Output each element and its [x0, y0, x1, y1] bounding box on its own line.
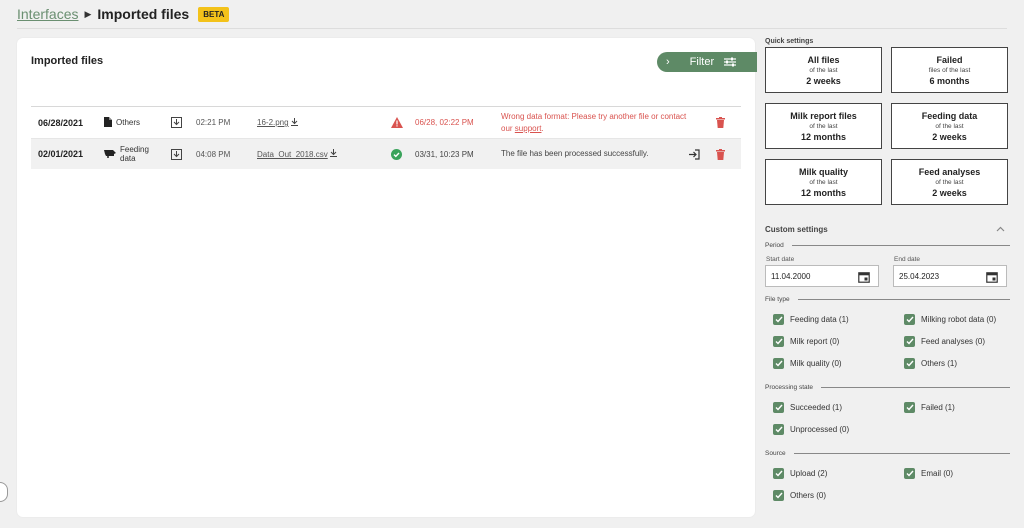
upload-time: 02:21 PM: [196, 118, 231, 127]
checkbox-others-source[interactable]: Others (0): [773, 490, 826, 501]
checkbox-checked-icon[interactable]: [904, 314, 915, 325]
quick-setting-all-files[interactable]: All files of the last 2 weeks: [765, 47, 882, 93]
download-icon[interactable]: [171, 148, 182, 160]
checkbox-checked-icon[interactable]: [773, 424, 784, 435]
checkbox-checked-icon[interactable]: [773, 402, 784, 413]
file-name: 16-2.png: [257, 118, 289, 127]
file-type-label-line1: Feeding: [120, 144, 149, 154]
page-title: Imported files: [97, 6, 190, 22]
delete-icon[interactable]: [716, 148, 725, 160]
upload-date: 06/28/2021: [38, 117, 84, 128]
filter-label: Filter: [689, 56, 715, 68]
arrow-down-icon: [290, 117, 298, 128]
processed-date: 06/28, 02:22 PM: [415, 118, 474, 127]
file-type-label: Others: [116, 117, 141, 127]
beta-badge: BETA: [198, 6, 230, 22]
checkbox-feeding-data[interactable]: Feeding data (1): [773, 314, 849, 325]
quick-setting-feed-analyses[interactable]: Feed analyses of the last 2 weeks: [891, 159, 1008, 205]
checkbox-checked-icon[interactable]: [773, 336, 784, 347]
start-date-field[interactable]: Start date 11.04.2000: [765, 256, 879, 288]
checkbox-checked-icon[interactable]: [904, 358, 915, 369]
custom-settings-header[interactable]: Custom settings: [765, 225, 1005, 234]
start-date-label: Start date: [766, 256, 795, 263]
arrow-down-icon: [329, 149, 337, 159]
source-section: Source: [765, 450, 1010, 457]
feeding-wagon-icon: [104, 149, 116, 160]
table-row: 06/28/2021 Others 02:21 PM 16-2.png 06/2…: [31, 107, 741, 139]
panel-title: Imported files: [31, 55, 104, 67]
warning-icon: [391, 117, 403, 128]
status-message-end: .: [541, 123, 544, 133]
checkbox-checked-icon[interactable]: [904, 468, 915, 479]
checkbox-milk-quality[interactable]: Milk quality (0): [773, 358, 842, 369]
checkbox-failed[interactable]: Failed (1): [904, 402, 955, 413]
start-date-value: 11.04.2000: [771, 272, 811, 281]
side-toggle-handle[interactable]: [0, 482, 8, 502]
file-type-section: File type: [765, 296, 1010, 303]
breadcrumb: Interfaces ▶ Imported files BETA: [17, 4, 230, 24]
custom-settings-heading: Custom settings: [765, 225, 828, 234]
download-icon[interactable]: [171, 117, 182, 128]
delete-icon[interactable]: [716, 117, 725, 128]
breadcrumb-interfaces-link[interactable]: Interfaces: [17, 6, 78, 22]
end-date-value: 25.04.2023: [899, 272, 940, 281]
file-type: Others: [104, 116, 141, 129]
chevron-right-icon: ›: [666, 56, 670, 68]
document-icon: [104, 116, 112, 129]
file-type-label-line2: data: [120, 154, 136, 163]
quick-setting-milk-report[interactable]: Milk report files of the last 12 months: [765, 103, 882, 149]
settings-sidebar: Quick settings All files of the last 2 w…: [765, 38, 1010, 501]
quick-setting-failed[interactable]: Failed files of the last 6 months: [891, 47, 1008, 93]
checkbox-checked-icon[interactable]: [773, 314, 784, 325]
period-section: Period: [765, 242, 1010, 249]
processing-state-label: Processing state: [765, 384, 814, 391]
upload-time: 04:08 PM: [196, 149, 231, 159]
table-row: 02/01/2021 Feeding data 04:08 PM Data_Ou…: [31, 139, 741, 169]
source-label: Source: [765, 450, 786, 457]
checkbox-feed-analyses[interactable]: Feed analyses (0): [904, 336, 985, 347]
checkbox-unprocessed[interactable]: Unprocessed (0): [773, 424, 849, 435]
login-arrow-icon[interactable]: [689, 148, 700, 160]
imported-files-panel: Imported files › Filter 06/28/2021 Other…: [17, 38, 757, 517]
checkbox-others-type[interactable]: Others (1): [904, 358, 957, 369]
status-message: The file has been processed successfully…: [501, 149, 649, 158]
chevron-right-icon: ▶: [84, 8, 92, 19]
file-download-link[interactable]: Data_Out_2018.csv: [257, 149, 337, 159]
end-date-label: End date: [894, 256, 921, 263]
processing-state-section: Processing state: [765, 384, 1010, 391]
period-label: Period: [765, 242, 784, 249]
calendar-icon[interactable]: [986, 270, 998, 288]
checkbox-checked-icon[interactable]: [773, 490, 784, 501]
header-divider: [17, 28, 1007, 29]
checkbox-upload[interactable]: Upload (2): [773, 468, 827, 479]
sliders-icon: [724, 57, 737, 67]
processed-date: 03/31, 10:23 PM: [415, 149, 474, 159]
upload-date: 02/01/2021: [38, 149, 84, 159]
checkbox-email[interactable]: Email (0): [904, 468, 953, 479]
checkbox-checked-icon[interactable]: [904, 402, 915, 413]
calendar-icon[interactable]: [858, 270, 870, 288]
filter-button[interactable]: › Filter: [657, 52, 757, 72]
quick-settings-grid: All files of the last 2 weeks Failed fil…: [765, 47, 1010, 205]
quick-setting-feeding-data[interactable]: Feeding data of the last 2 weeks: [891, 103, 1008, 149]
file-name: Data_Out_2018.csv: [257, 149, 328, 159]
file-download-link[interactable]: 16-2.png: [257, 117, 298, 128]
checkbox-milking-robot-data[interactable]: Milking robot data (0): [904, 314, 996, 325]
checkbox-succeeded[interactable]: Succeeded (1): [773, 402, 842, 413]
checkbox-checked-icon[interactable]: [904, 336, 915, 347]
check-circle-icon: [391, 148, 402, 160]
file-type: Feeding data: [104, 145, 149, 163]
checkbox-checked-icon[interactable]: [773, 358, 784, 369]
quick-settings-heading: Quick settings: [765, 38, 814, 45]
status-message: Wrong data format: Please try another fi…: [501, 111, 691, 135]
file-type-label: File type: [765, 296, 790, 303]
checkbox-milk-report[interactable]: Milk report (0): [773, 336, 839, 347]
chevron-up-icon[interactable]: [996, 225, 1005, 234]
end-date-field[interactable]: End date 25.04.2023: [893, 256, 1007, 288]
quick-setting-milk-quality[interactable]: Milk quality of the last 12 months: [765, 159, 882, 205]
support-link[interactable]: support: [515, 124, 542, 133]
checkbox-checked-icon[interactable]: [773, 468, 784, 479]
